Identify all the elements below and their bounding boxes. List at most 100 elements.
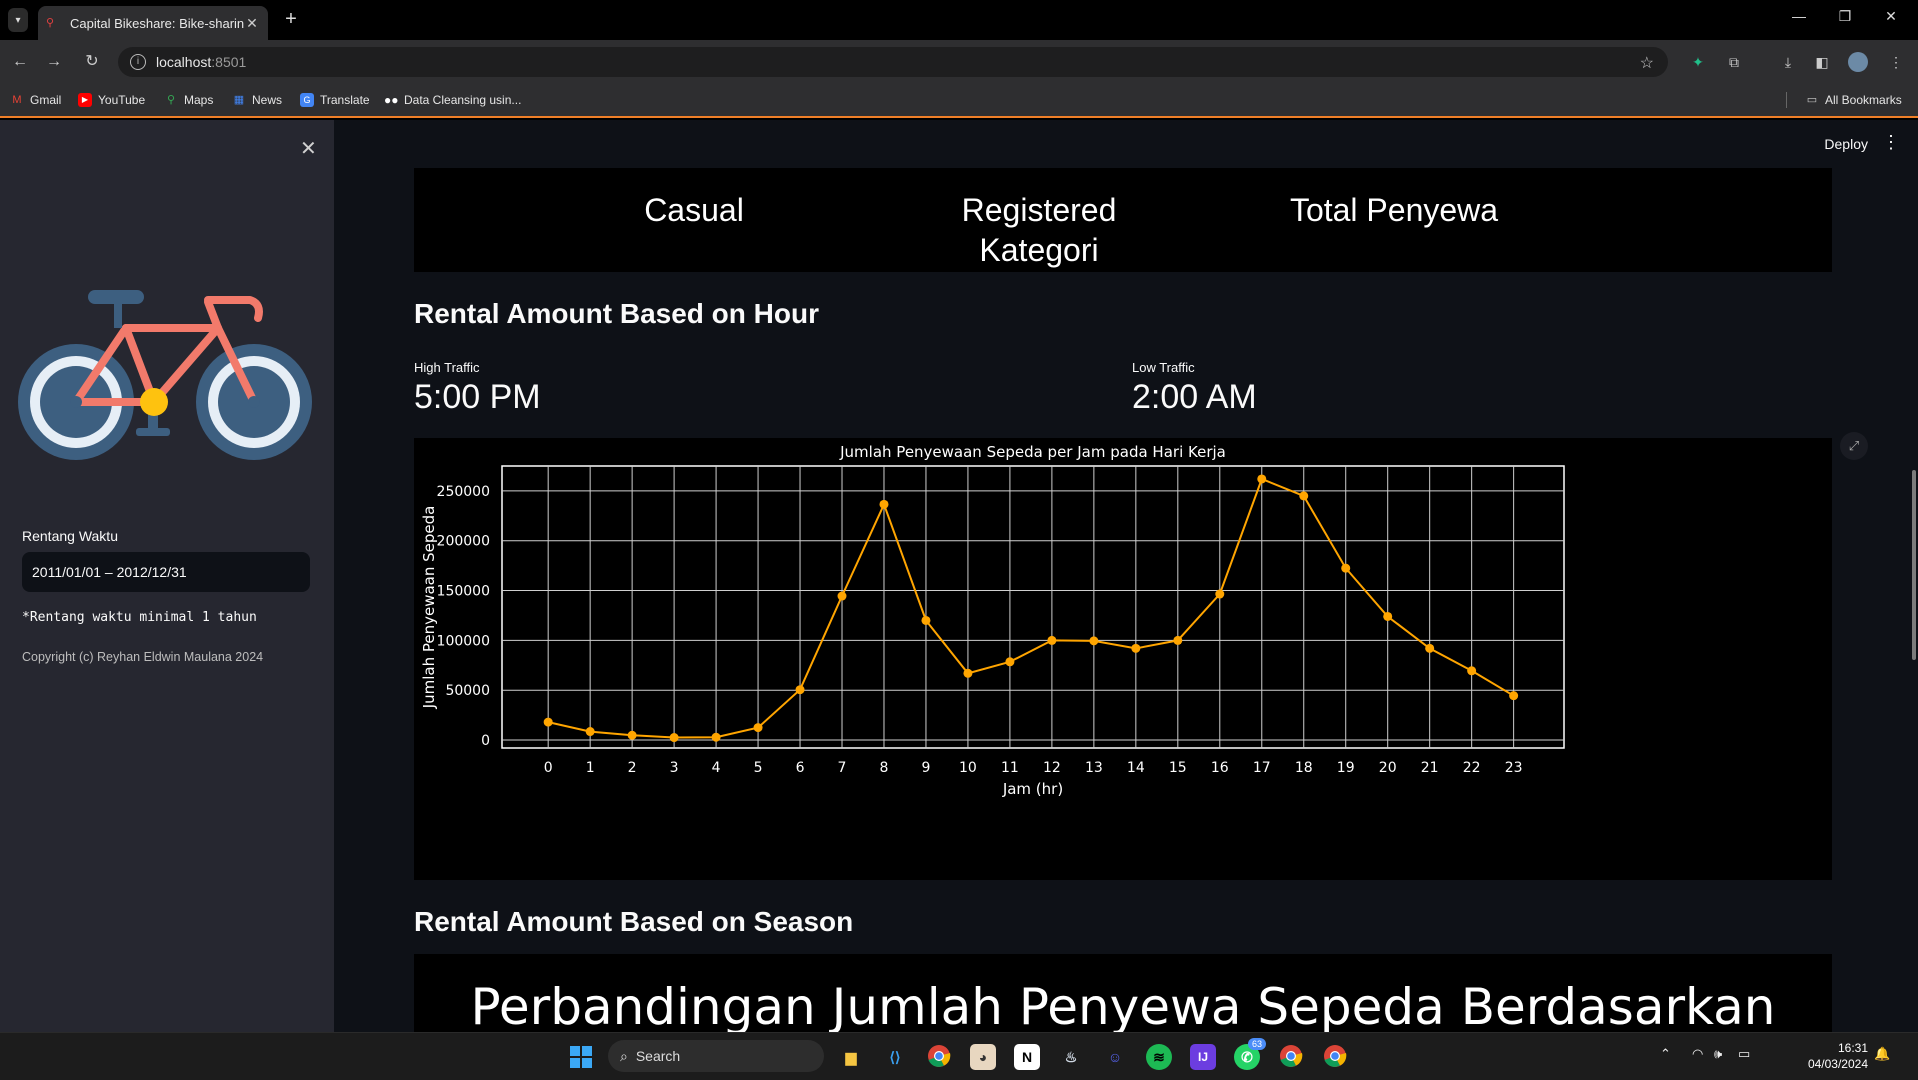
bookmark-data-cleansing[interactable]: ●● Data Cleansing usin...: [384, 92, 521, 108]
minimize-icon[interactable]: —: [1776, 8, 1822, 32]
data-point: [879, 499, 889, 509]
bookmark-youtube[interactable]: ▶ YouTube: [78, 92, 145, 108]
profile-avatar[interactable]: [1848, 52, 1868, 72]
jetbrains-icon[interactable]: IJ: [1190, 1044, 1216, 1070]
chart-title: Jumlah Penyewaan Sepeda per Jam pada Har…: [839, 443, 1226, 461]
whatsapp-badge: 63: [1248, 1038, 1267, 1050]
medium-icon: ●●: [384, 93, 399, 107]
bookmark-label: News: [252, 93, 283, 107]
y-axis-label: Jumlah Penyewaan Sepeda: [420, 506, 438, 710]
windows-start-icon[interactable]: [568, 1044, 594, 1070]
x-tick-label: 3: [670, 760, 679, 776]
table-header-casual: Casual: [644, 192, 744, 228]
site-info-icon[interactable]: i: [130, 54, 146, 70]
tab-search-button[interactable]: ▾: [8, 8, 28, 32]
chrome-active-icon[interactable]: [1278, 1044, 1304, 1070]
fullscreen-icon[interactable]: ⤢: [1840, 432, 1868, 460]
data-point: [1005, 657, 1015, 667]
page-scrollbar[interactable]: [1912, 470, 1916, 660]
taskbar-search[interactable]: ⌕ Search: [608, 1040, 824, 1072]
side-panel-icon[interactable]: ◧: [1812, 52, 1832, 72]
x-tick-label: 23: [1505, 760, 1523, 776]
forward-icon[interactable]: →: [42, 50, 66, 74]
reload-icon[interactable]: ↻: [80, 50, 104, 74]
extension-icon[interactable]: ✦: [1688, 52, 1708, 72]
tab-title: Capital Bikeshare: Bike-sharing: [70, 15, 244, 31]
windows-taskbar: [0, 1032, 1918, 1080]
hourly-line-chart: 0 1 2 3 4 5 6 7 8 9 10 11 12 13 14 15 16 17 18 19 20 21 22 2305…: [420, 443, 1565, 798]
bookmark-maps[interactable]: ⚲ Maps: [164, 92, 213, 108]
x-tick-label: 5: [754, 760, 763, 776]
x-tick-label: 20: [1379, 760, 1397, 776]
chrome-profile-icon[interactable]: [1322, 1044, 1348, 1070]
x-tick-label: 16: [1211, 760, 1229, 776]
new-tab-button[interactable]: +: [280, 8, 302, 32]
data-point: [1173, 635, 1183, 645]
tray-chevron-icon[interactable]: ⌃: [1660, 1046, 1671, 1062]
data-point: [543, 717, 553, 727]
chrome-icon[interactable]: [926, 1044, 952, 1070]
metric-low-value: 2:00 AM: [1132, 378, 1257, 416]
notification-bell-icon[interactable]: 🔔: [1874, 1046, 1890, 1062]
date-range-input[interactable]: 2011/01/01 – 2012/12/31: [22, 552, 310, 592]
season-chart: Perbandingan Jumlah Penyewa Sepeda Berda…: [414, 954, 1832, 1032]
download-icon[interactable]: ⤓: [1778, 52, 1798, 72]
volume-icon[interactable]: 🕪: [1714, 1046, 1722, 1062]
browser-tab[interactable]: ⚲ Capital Bikeshare: Bike-sharing ✕: [38, 6, 268, 40]
bookmark-star-icon[interactable]: ☆: [1640, 53, 1654, 73]
bookmark-translate[interactable]: G Translate: [300, 92, 370, 108]
bookmark-gmail[interactable]: M Gmail: [10, 92, 61, 108]
notion-icon[interactable]: N: [1014, 1044, 1040, 1070]
data-point: [1089, 636, 1099, 646]
y-tick-label: 250000: [437, 484, 490, 500]
close-sidebar-icon[interactable]: ✕: [300, 136, 317, 161]
wifi-icon[interactable]: ◠: [1692, 1046, 1703, 1062]
file-explorer-icon[interactable]: ▆: [838, 1044, 864, 1070]
x-tick-label: 19: [1337, 760, 1355, 776]
browser-menu-icon[interactable]: ⋮: [1886, 52, 1906, 72]
vscode-icon[interactable]: ⟨⟩: [882, 1044, 908, 1070]
gmail-icon: M: [12, 94, 22, 106]
data-point: [753, 723, 763, 733]
browser-tab-bar: ▾ ⚲ Capital Bikeshare: Bike-sharing ✕ + …: [0, 0, 1918, 40]
deploy-button[interactable]: Deploy: [1824, 136, 1868, 152]
x-tick-label: 7: [838, 760, 847, 776]
steam-icon[interactable]: ♨: [1058, 1044, 1084, 1070]
season-heading: Rental Amount Based on Season: [414, 906, 854, 937]
bookmark-label: Maps: [184, 93, 214, 107]
data-point: [1467, 666, 1477, 676]
spotify-icon[interactable]: ≋: [1146, 1044, 1172, 1070]
data-point: [669, 733, 679, 743]
all-bookmarks[interactable]: ▭ All Bookmarks: [1786, 92, 1902, 108]
bike-logo-icon: [18, 272, 312, 472]
url-bar[interactable]: i localhost:8501 ☆: [118, 47, 1668, 77]
sidebar: ✕ Rentang Waktu 2011/01/01 – 2012/12/31 …: [0, 120, 334, 1032]
youtube-icon: ▶: [78, 93, 92, 107]
data-point: [1299, 491, 1309, 501]
x-tick-label: 6: [796, 760, 805, 776]
main-menu-icon[interactable]: ⋮: [1882, 132, 1900, 153]
data-point: [627, 730, 637, 740]
data-point: [711, 732, 721, 742]
data-point: [1257, 474, 1267, 484]
restore-icon[interactable]: ❐: [1822, 8, 1868, 32]
extensions-puzzle-icon[interactable]: ⧉: [1724, 52, 1744, 72]
bookmark-news[interactable]: ▦ News: [232, 92, 282, 108]
tab-close-icon[interactable]: ✕: [244, 15, 260, 32]
folder-icon: ▭: [1806, 94, 1818, 106]
x-tick-label: 13: [1085, 760, 1103, 776]
discord-icon[interactable]: ☺: [1102, 1044, 1128, 1070]
bookmark-label: Data Cleansing usin...: [404, 93, 522, 107]
close-window-icon[interactable]: ✕: [1868, 8, 1914, 32]
x-tick-label: 15: [1169, 760, 1187, 776]
x-tick-label: 21: [1421, 760, 1439, 776]
main-content: Deploy ⋮ Casual Registered Kategori Tota…: [334, 120, 1918, 1032]
clock-date: 04/03/2024: [1807, 1057, 1868, 1071]
back-icon[interactable]: ←: [8, 50, 32, 74]
bookmarks-bar: [0, 82, 1918, 118]
battery-icon[interactable]: ▭: [1738, 1046, 1750, 1062]
taskbar-clock[interactable]: 16:31 04/03/2024: [1796, 1040, 1868, 1072]
app-avatar-icon[interactable]: ◕: [970, 1044, 996, 1070]
data-point: [1425, 643, 1435, 653]
metric-high-value: 5:00 PM: [414, 378, 541, 416]
